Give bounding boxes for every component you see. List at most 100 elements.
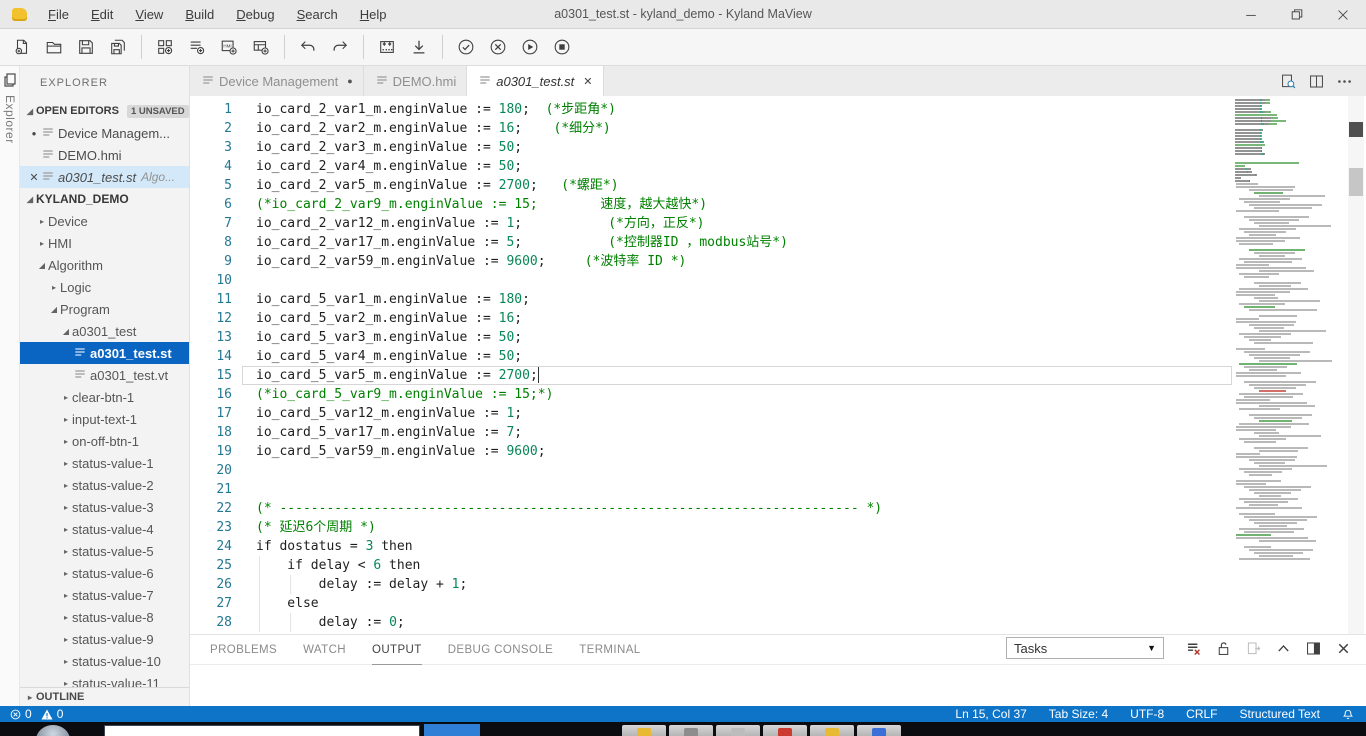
code-line-14[interactable]: 14io_card_5_var4_m.enginValue := 50; [190, 347, 1230, 366]
close-icon[interactable]: ✕ [583, 75, 592, 88]
problems-status[interactable]: 0 0 [10, 707, 63, 721]
tree-item-Device[interactable]: ▸Device [20, 210, 189, 232]
tree-item-Algorithm[interactable]: ◢Algorithm [20, 254, 189, 276]
code-line-12[interactable]: 12io_card_5_var2_m.enginValue := 16; [190, 309, 1230, 328]
toolbar-download-button[interactable] [404, 33, 434, 61]
tree-item-status-value-7[interactable]: ▸status-value-7 [20, 584, 189, 606]
tree-item-Logic[interactable]: ▸Logic [20, 276, 189, 298]
code-line-22[interactable]: 22(* -----------------------------------… [190, 499, 1230, 518]
split-editor-button[interactable] [1302, 73, 1330, 90]
panel-tab-problems[interactable]: PROBLEMS [210, 635, 277, 665]
code-line-17[interactable]: 17io_card_5_var12_m.enginValue := 1; [190, 404, 1230, 423]
toolbar-save-button[interactable] [71, 33, 101, 61]
toolbar-save-all-button[interactable] [103, 33, 133, 61]
dirty-dot-icon[interactable]: ● [26, 129, 42, 138]
menu-help[interactable]: Help [349, 0, 398, 29]
toolbar-stop-circle-button[interactable] [547, 33, 577, 61]
taskbar-app-button[interactable] [716, 725, 760, 736]
language-mode-status[interactable]: Structured Text [1240, 707, 1320, 721]
tree-item-Program[interactable]: ◢Program [20, 298, 189, 320]
code-line-16[interactable]: 16(*io_card_5_var9_m.enginValue := 15;*) [190, 385, 1230, 404]
code-line-8[interactable]: 8io_card_2_var17_m.enginValue := 5; (*控制… [190, 233, 1230, 252]
code-line-1[interactable]: 1io_card_2_var1_m.enginValue := 180; (*步… [190, 100, 1230, 119]
tree-item-a0301_test.vt[interactable]: a0301_test.vt [20, 364, 189, 386]
open-editor-item[interactable]: DEMO.hmi [20, 144, 189, 166]
taskbar-pinned-app[interactable] [424, 724, 480, 736]
toolbar-add-algorithm-button[interactable] [182, 33, 212, 61]
encoding-status[interactable]: UTF-8 [1130, 707, 1164, 721]
code-line-3[interactable]: 3io_card_2_var3_m.enginValue := 50; [190, 138, 1230, 157]
toggle-panel-button[interactable] [1298, 640, 1328, 657]
window-close-icon[interactable] [1320, 0, 1366, 29]
window-minimize-icon[interactable] [1228, 0, 1274, 29]
code-line-25[interactable]: 25 if delay < 6 then [190, 556, 1230, 575]
toolbar-add-hmi-button[interactable]: HMI [214, 33, 244, 61]
tree-item-status-value-4[interactable]: ▸status-value-4 [20, 518, 189, 540]
tab-a0301_test.st[interactable]: a0301_test.st✕ [467, 66, 603, 96]
scrollbar-thumb[interactable] [1349, 122, 1363, 137]
code-line-18[interactable]: 18io_card_5_var17_m.enginValue := 7; [190, 423, 1230, 442]
taskbar-app-button[interactable] [810, 725, 854, 736]
tree-item-status-value-2[interactable]: ▸status-value-2 [20, 474, 189, 496]
code-line-28[interactable]: 28 delay := 0; [190, 613, 1230, 632]
panel-tab-output[interactable]: OUTPUT [372, 635, 422, 665]
panel-tab-terminal[interactable]: TERMINAL [579, 635, 640, 665]
code-line-10[interactable]: 10 [190, 271, 1230, 290]
code-line-21[interactable]: 21 [190, 480, 1230, 499]
code-line-6[interactable]: 6(*io_card_2_var9_m.enginValue := 15; 速度… [190, 195, 1230, 214]
code-line-2[interactable]: 2io_card_2_var2_m.enginValue := 16; (*细分… [190, 119, 1230, 138]
tree-item-clear-btn-1[interactable]: ▸clear-btn-1 [20, 386, 189, 408]
tree-item-a0301_test.st[interactable]: a0301_test.st [20, 342, 189, 364]
taskbar-app-button[interactable] [669, 725, 713, 736]
toolbar-deploy-button[interactable] [372, 33, 402, 61]
toolbar-cancel-circle-button[interactable] [483, 33, 513, 61]
unlock-button[interactable] [1208, 640, 1238, 657]
tree-item-status-value-9[interactable]: ▸status-value-9 [20, 628, 189, 650]
notifications-bell-icon[interactable] [1342, 708, 1354, 721]
code-line-5[interactable]: 5io_card_2_var5_m.enginValue := 2700; (*… [190, 176, 1230, 195]
code-line-26[interactable]: 26 delay := delay + 1; [190, 575, 1230, 594]
tab-DEMO.hmi[interactable]: DEMO.hmi [364, 66, 468, 96]
code-line-4[interactable]: 4io_card_2_var4_m.enginValue := 50; [190, 157, 1230, 176]
menu-file[interactable]: File [37, 0, 80, 29]
code-line-19[interactable]: 19io_card_5_var59_m.enginValue := 9600; [190, 442, 1230, 461]
toolbar-new-project-button[interactable] [150, 33, 180, 61]
open-preview-button[interactable] [1274, 73, 1302, 90]
output-channel-dropdown[interactable]: Tasks ▼ [1006, 637, 1164, 659]
code-line-24[interactable]: 24if dostatus = 3 then [190, 537, 1230, 556]
taskbar-search-box[interactable] [104, 725, 420, 736]
outline-section-header[interactable]: ▸ OUTLINE [20, 687, 190, 706]
clear-output-button[interactable] [1178, 640, 1208, 657]
menu-search[interactable]: Search [286, 0, 349, 29]
tab-Device Management[interactable]: Device Management● [190, 66, 364, 96]
toolbar-redo-button[interactable] [325, 33, 355, 61]
eol-status[interactable]: CRLF [1186, 707, 1217, 721]
tree-item-a0301_test[interactable]: ◢a0301_test [20, 320, 189, 342]
toolbar-run-circle-button[interactable] [515, 33, 545, 61]
close-icon[interactable]: ✕ [26, 171, 42, 184]
tree-item-status-value-5[interactable]: ▸status-value-5 [20, 540, 189, 562]
tab-size-status[interactable]: Tab Size: 4 [1049, 707, 1108, 721]
collapse-panel-button[interactable] [1268, 640, 1298, 657]
toolbar-check-circle-button[interactable] [451, 33, 481, 61]
minimap[interactable] [1235, 96, 1335, 601]
toolbar-open-folder-button[interactable] [39, 33, 69, 61]
tree-item-status-value-3[interactable]: ▸status-value-3 [20, 496, 189, 518]
open-editors-header[interactable]: ◢ OPEN EDITORS 1 UNSAVED [20, 100, 189, 122]
code-line-13[interactable]: 13io_card_5_var3_m.enginValue := 50; [190, 328, 1230, 347]
tree-item-HMI[interactable]: ▸HMI [20, 232, 189, 254]
panel-tab-debug-console[interactable]: DEBUG CONSOLE [448, 635, 554, 665]
code-content[interactable]: 1io_card_2_var1_m.enginValue := 180; (*步… [190, 100, 1230, 632]
menu-view[interactable]: View [124, 0, 174, 29]
start-button[interactable] [36, 725, 70, 736]
cursor-position-status[interactable]: Ln 15, Col 37 [955, 707, 1026, 721]
code-editor[interactable]: 1io_card_2_var1_m.enginValue := 180; (*步… [190, 96, 1366, 634]
open-editor-item[interactable]: ✕a0301_test.stAlgo... [20, 166, 189, 188]
tree-item-on-off-btn-1[interactable]: ▸on-off-btn-1 [20, 430, 189, 452]
menu-edit[interactable]: Edit [80, 0, 124, 29]
explorer-pages-icon[interactable] [2, 72, 19, 91]
tree-item-status-value-8[interactable]: ▸status-value-8 [20, 606, 189, 628]
open-editor-item[interactable]: ●Device Managem... [20, 122, 189, 144]
code-line-23[interactable]: 23(* 延迟6个周期 *) [190, 518, 1230, 537]
close-panel-button[interactable] [1328, 640, 1358, 657]
